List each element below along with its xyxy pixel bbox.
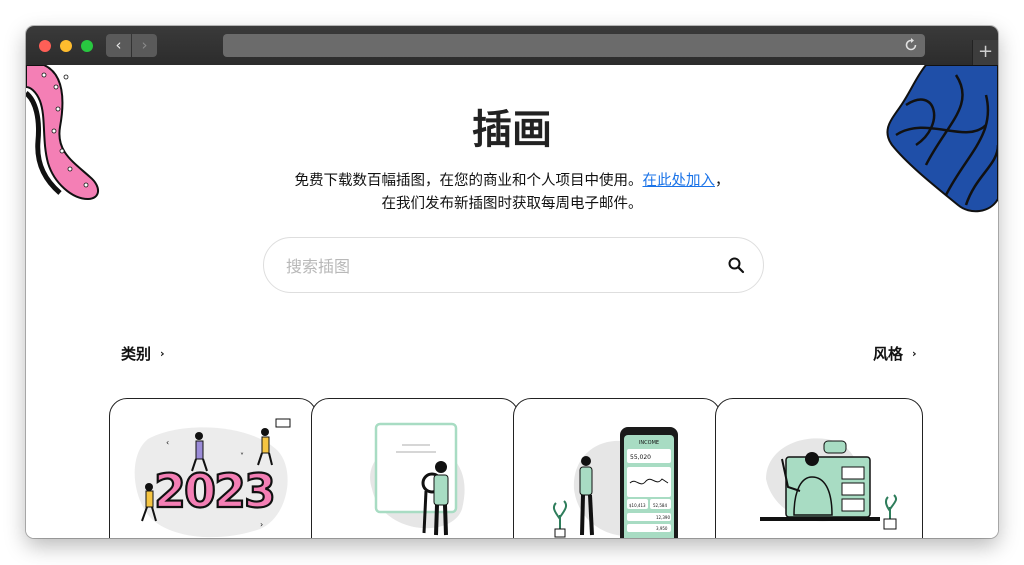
description-line2: 在我们发布新插图时获取每周电子邮件。 <box>381 196 643 212</box>
illustration-card-video-call[interactable] <box>715 398 923 538</box>
browser-window: ‹ › + 插画 免费下载数百幅插图，在您的商业和个人项目中使用。在此处加入， … <box>26 26 998 538</box>
svg-text:˅: ˅ <box>240 452 244 461</box>
search-box <box>263 237 764 293</box>
phone-row2-text: 3,950 <box>656 526 668 531</box>
styles-link[interactable]: 风格 › <box>873 343 917 364</box>
join-link[interactable]: 在此处加入 <box>643 173 716 189</box>
search-icon[interactable] <box>727 256 745 274</box>
forward-button[interactable]: › <box>132 34 157 57</box>
illustration-card-whiteboard[interactable] <box>311 398 519 538</box>
phone-row1-text: 12,390 <box>656 515 670 520</box>
browser-toolbar: ‹ › + <box>26 26 998 65</box>
card-2023-digits: 2023 <box>154 464 274 518</box>
reload-icon[interactable] <box>903 37 919 53</box>
phone-balance-text: 55,020 <box>630 454 651 461</box>
styles-label: 风格 <box>873 345 904 363</box>
whiteboard-illustration <box>370 422 465 536</box>
phone-stat2-text: 52,584 <box>653 503 667 508</box>
new-tab-button[interactable]: + <box>972 40 998 65</box>
page-content: 插画 免费下载数百幅插图，在您的商业和个人项目中使用。在此处加入， 在我们发布新… <box>26 65 998 538</box>
svg-text:›: › <box>260 520 263 529</box>
search-input[interactable] <box>286 253 706 279</box>
categories-link[interactable]: 类别 › <box>121 343 165 364</box>
video-call-illustration <box>760 438 898 530</box>
finance-app-illustration: INCOME 55,020 $10,413 52,584 12,390 3,95… <box>552 427 678 538</box>
phone-header-text: INCOME <box>639 440 659 446</box>
page-description: 免费下载数百幅插图，在您的商业和个人项目中使用。在此处加入， 在我们发布新插图时… <box>26 170 998 216</box>
illustration-card-2023[interactable]: 2023 ‹ ˅ › <box>109 398 317 538</box>
page-title: 插画 <box>472 107 552 153</box>
2023-illustration: 2023 ‹ ˅ › <box>134 418 291 538</box>
zoom-window-button[interactable] <box>81 40 93 52</box>
svg-text:‹: ‹ <box>166 438 169 447</box>
illustration-card-finance-app[interactable]: INCOME 55,020 $10,413 52,584 12,390 3,95… <box>513 398 721 538</box>
back-button[interactable]: ‹ <box>106 34 131 57</box>
address-bar[interactable] <box>223 34 925 57</box>
categories-label: 类别 <box>121 345 152 363</box>
chevron-right-icon: › <box>912 347 917 360</box>
chevron-right-icon: › <box>160 347 165 360</box>
close-window-button[interactable] <box>39 40 51 52</box>
minimize-window-button[interactable] <box>60 40 72 52</box>
description-line1: 免费下载数百幅插图，在您的商业和个人项目中使用。 <box>294 173 643 189</box>
description-comma: ， <box>715 173 730 189</box>
phone-stat1-text: $10,413 <box>629 503 646 508</box>
